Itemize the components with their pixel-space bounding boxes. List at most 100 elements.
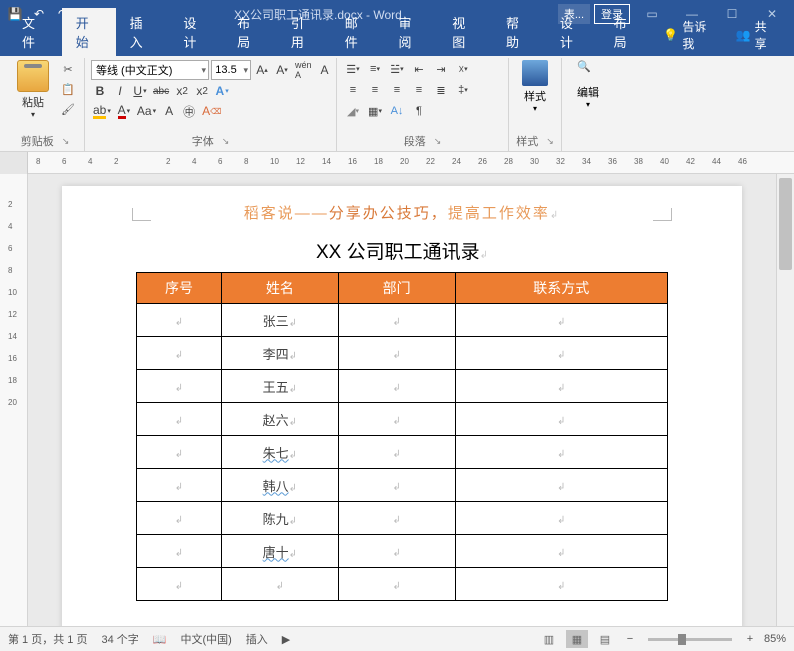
zoom-level[interactable]: 85% [764, 633, 786, 645]
char-shading-icon[interactable]: A [160, 102, 178, 120]
table-cell[interactable]: ↲ [137, 370, 222, 403]
page[interactable]: 稻客说——分享办公技巧，提高工作效率↲ XX 公司职工通讯录↲ 序号姓名部门联系… [62, 186, 742, 626]
italic-button[interactable]: I [111, 82, 129, 100]
char-border-icon[interactable]: A [316, 61, 334, 79]
superscript-button[interactable]: x2 [193, 82, 211, 100]
subscript-button[interactable]: x2 [173, 82, 191, 100]
word-count[interactable]: 34 个字 [101, 631, 138, 647]
asian-layout-button[interactable]: ☓▾ [453, 60, 473, 78]
language-indicator[interactable]: 中文(中国) [180, 631, 231, 647]
insert-mode[interactable]: 插入 [246, 631, 268, 647]
font-launcher[interactable]: ↘ [222, 136, 230, 147]
underline-button[interactable]: U▾ [131, 82, 149, 100]
sort-button[interactable]: A↓ [387, 102, 407, 120]
table-cell[interactable]: ↲ [455, 403, 667, 436]
table-cell[interactable]: ↲ [338, 469, 455, 502]
table-cell[interactable]: 张三↲ [221, 304, 338, 337]
table-cell[interactable]: ↲ [455, 304, 667, 337]
table-cell[interactable]: 王五↲ [221, 370, 338, 403]
table-cell[interactable]: ↲ [137, 337, 222, 370]
table-cell[interactable]: ↲ [338, 370, 455, 403]
styles-launcher[interactable]: ↘ [546, 136, 554, 147]
table-row[interactable]: ↲韩八↲↲↲ [137, 469, 668, 502]
table-cell[interactable]: ↲ [455, 469, 667, 502]
tell-me-search[interactable]: 💡告诉我 [653, 14, 727, 56]
table-cell[interactable]: 韩八↲ [221, 469, 338, 502]
align-left-button[interactable]: ≡ [343, 81, 363, 99]
text-effects-button[interactable]: A▾ [213, 82, 231, 100]
table-cell[interactable]: 李四↲ [221, 337, 338, 370]
align-center-button[interactable]: ≡ [365, 81, 385, 99]
tab-mailings[interactable]: 邮件 [331, 8, 385, 56]
shading-button[interactable]: ◢▾ [343, 102, 363, 120]
table-row[interactable]: ↲赵六↲↲↲ [137, 403, 668, 436]
table-row[interactable]: ↲朱七↲↲↲ [137, 436, 668, 469]
font-size-combo[interactable]: 13.5 [211, 60, 251, 80]
scrollbar-vertical[interactable] [776, 174, 794, 626]
line-spacing-button[interactable]: ‡▾ [453, 81, 473, 99]
format-painter-icon[interactable]: 🖌 [58, 100, 78, 118]
table-cell[interactable]: ↲ [137, 535, 222, 568]
clear-format-icon[interactable]: A⌫ [200, 102, 223, 120]
table-cell[interactable]: ↲ [338, 403, 455, 436]
table-cell[interactable]: 陈九↲ [221, 502, 338, 535]
table-cell[interactable]: ↲ [221, 568, 338, 601]
table-cell[interactable]: ↲ [455, 370, 667, 403]
table-cell[interactable]: 赵六↲ [221, 403, 338, 436]
align-right-button[interactable]: ≡ [387, 81, 407, 99]
table-cell[interactable]: ↲ [455, 502, 667, 535]
zoom-slider[interactable] [648, 638, 732, 641]
macro-icon[interactable]: ▶ [282, 633, 290, 646]
print-layout-icon[interactable]: ▦ [566, 630, 588, 648]
table-row[interactable]: ↲陈九↲↲↲ [137, 502, 668, 535]
show-marks-button[interactable]: ¶ [409, 102, 429, 120]
highlight-button[interactable]: ab▾ [91, 102, 113, 120]
tab-view[interactable]: 视图 [438, 8, 492, 56]
table-cell[interactable]: ↲ [455, 535, 667, 568]
table-cell[interactable]: ↲ [338, 337, 455, 370]
read-mode-icon[interactable]: ▥ [538, 630, 560, 648]
web-layout-icon[interactable]: ▤ [594, 630, 616, 648]
table-cell[interactable]: 唐十↲ [221, 535, 338, 568]
table-cell[interactable]: ↲ [455, 568, 667, 601]
table-row[interactable]: ↲李四↲↲↲ [137, 337, 668, 370]
tab-layout[interactable]: 布局 [223, 8, 277, 56]
document-scroll[interactable]: 稻客说——分享办公技巧，提高工作效率↲ XX 公司职工通讯录↲ 序号姓名部门联系… [28, 174, 776, 626]
increase-indent-button[interactable]: ⇥ [431, 60, 451, 78]
numbering-button[interactable]: ≡▾ [365, 60, 385, 78]
table-cell[interactable]: ↲ [338, 568, 455, 601]
table-cell[interactable]: ↲ [137, 403, 222, 436]
multilevel-list-button[interactable]: ☱▾ [387, 60, 407, 78]
table-header[interactable]: 部门 [338, 273, 455, 304]
table-cell[interactable]: ↲ [338, 535, 455, 568]
cut-icon[interactable]: ✂ [58, 60, 78, 78]
table-header[interactable]: 联系方式 [455, 273, 667, 304]
table-header[interactable]: 姓名 [221, 273, 338, 304]
borders-button[interactable]: ▦▾ [365, 102, 385, 120]
enclose-char-icon[interactable]: ㊥ [180, 102, 198, 120]
table-cell[interactable]: ↲ [137, 568, 222, 601]
tab-table-design[interactable]: 设计 [546, 8, 600, 56]
share-button[interactable]: 👥共享 [728, 14, 786, 56]
tab-review[interactable]: 审阅 [384, 8, 438, 56]
strikethrough-button[interactable]: abc [151, 82, 171, 100]
table-header[interactable]: 序号 [137, 273, 222, 304]
ruler-vertical[interactable]: 2468101214161820 [0, 174, 28, 626]
copy-icon[interactable]: 📋 [58, 80, 78, 98]
distributed-button[interactable]: ≣ [431, 81, 451, 99]
zoom-in-button[interactable]: + [742, 633, 758, 645]
tab-file[interactable]: 文件 [8, 8, 62, 56]
tab-references[interactable]: 引用 [277, 8, 331, 56]
table-cell[interactable]: ↲ [137, 436, 222, 469]
styles-button[interactable]: 样式▾ [515, 60, 555, 113]
font-color-button[interactable]: A▾ [115, 102, 133, 120]
table-cell[interactable]: ↲ [455, 337, 667, 370]
table-cell[interactable]: ↲ [137, 304, 222, 337]
table-cell[interactable]: ↲ [137, 502, 222, 535]
paste-button[interactable]: 粘贴▾ [12, 60, 54, 119]
font-name-combo[interactable]: 等线 (中文正文) [91, 60, 209, 80]
grow-font-icon[interactable]: A▴ [253, 61, 271, 79]
decrease-indent-button[interactable]: ⇤ [409, 60, 429, 78]
contact-table[interactable]: 序号姓名部门联系方式 ↲张三↲↲↲↲李四↲↲↲↲王五↲↲↲↲赵六↲↲↲↲朱七↲↲… [136, 272, 668, 601]
shrink-font-icon[interactable]: A▾ [273, 61, 291, 79]
